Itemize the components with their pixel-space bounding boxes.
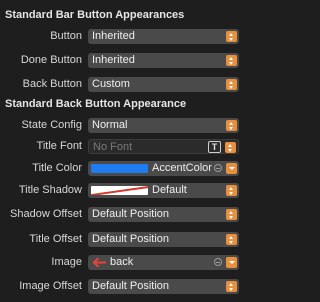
title-color-well[interactable]: AccentColor (88, 161, 239, 176)
state-config-popup[interactable]: Normal (88, 118, 239, 133)
popup-stepper-icon (226, 185, 237, 196)
title-shadow-well[interactable]: Default (88, 183, 239, 198)
image-value: back (110, 256, 134, 268)
popup-stepper-icon (226, 31, 237, 42)
button-popup[interactable]: Inherited (88, 29, 239, 44)
title-font-label: Title Font (36, 140, 82, 152)
image-label: Image (51, 256, 82, 268)
section-title-back-button: Standard Back Button Appearance (5, 98, 187, 110)
title-offset-label: Title Offset (29, 233, 82, 245)
image-field[interactable]: back (88, 255, 239, 270)
done-button-popup[interactable]: Inherited (88, 53, 239, 68)
font-size-stepper[interactable] (225, 142, 236, 153)
title-font-field[interactable]: No Font T (88, 139, 239, 154)
image-offset-popup[interactable]: Default Position (88, 279, 239, 294)
back-arrow-icon (93, 258, 106, 267)
image-offset-label: Image Offset (19, 280, 82, 292)
shadow-offset-popup[interactable]: Default Position (88, 207, 239, 222)
back-button-popup[interactable]: Custom (88, 77, 239, 92)
title-color-value: AccentColor (152, 162, 212, 174)
attributes-inspector-panel: Standard Bar Button Appearances Button I… (0, 0, 252, 302)
title-offset-value: Default Position (92, 233, 170, 245)
button-popup-value: Inherited (92, 30, 135, 42)
section-title-bar-buttons: Standard Bar Button Appearances (5, 9, 185, 21)
done-button-label: Done Button (20, 54, 82, 66)
back-button-popup-value: Custom (92, 78, 130, 90)
popup-stepper-icon (226, 79, 237, 90)
color-swatch-icon (91, 164, 148, 173)
done-button-popup-value: Inherited (92, 54, 135, 66)
state-config-label: State Config (21, 119, 82, 131)
shadow-offset-value: Default Position (92, 208, 170, 220)
state-config-popup-value: Normal (92, 119, 128, 131)
popup-stepper-icon (226, 234, 237, 245)
title-shadow-value: Default (152, 184, 187, 196)
font-picker-button[interactable]: T (208, 141, 221, 153)
popup-stepper-icon (226, 55, 237, 66)
chevron-down-icon[interactable] (226, 163, 237, 174)
title-offset-popup[interactable]: Default Position (88, 232, 239, 247)
title-color-label: Title Color (32, 162, 82, 174)
popup-stepper-icon (226, 209, 237, 220)
clear-circle-icon[interactable] (214, 258, 222, 266)
back-button-label: Back Button (22, 78, 82, 90)
title-font-placeholder: No Font (93, 141, 133, 153)
no-color-swatch-icon (91, 186, 148, 195)
title-shadow-label: Title Shadow (18, 184, 82, 196)
button-label: Button (50, 30, 82, 42)
shadow-offset-label: Shadow Offset (10, 208, 82, 220)
popup-stepper-icon (226, 281, 237, 292)
clear-circle-icon[interactable] (214, 164, 222, 172)
chevron-down-icon[interactable] (226, 257, 237, 268)
popup-stepper-icon (226, 120, 237, 131)
image-offset-value: Default Position (92, 280, 170, 292)
